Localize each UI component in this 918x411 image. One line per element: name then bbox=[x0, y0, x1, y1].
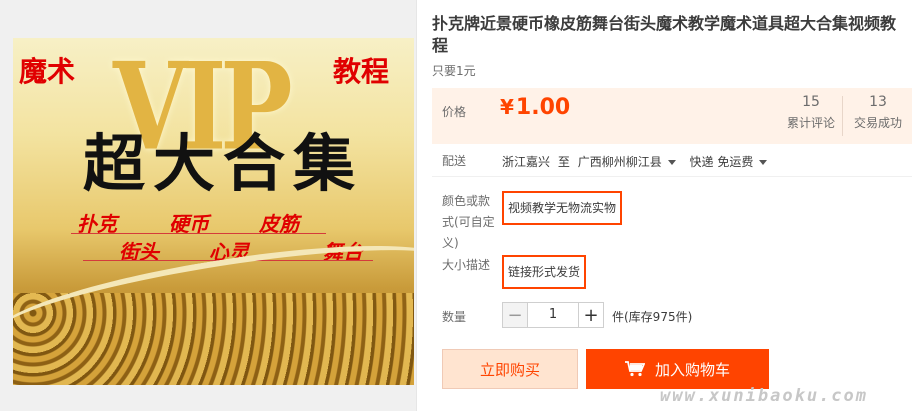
shipping-info: 浙江嘉兴 至 广西柳州柳江县 快递 免运费 bbox=[502, 153, 771, 170]
panel-divider bbox=[416, 0, 417, 411]
reviews-stat[interactable]: 15 累计评论 bbox=[778, 94, 844, 131]
product-subtitle: 只要1元 bbox=[432, 64, 476, 78]
color-label: 颜色或款式(可自定义) bbox=[442, 194, 495, 250]
size-label: 大小描述 bbox=[442, 258, 491, 272]
chevron-down-icon bbox=[667, 160, 676, 165]
deals-label: 交易成功 bbox=[853, 116, 902, 130]
stock-info: 件(库存975件) bbox=[612, 310, 693, 324]
add-to-cart-button[interactable]: 加入购物车 bbox=[586, 349, 769, 389]
currency-symbol: ¥ bbox=[500, 95, 514, 119]
shipping-method-select[interactable]: 快递 免运费 bbox=[690, 153, 772, 170]
price-panel: 价格 ¥1.00 15 累计评论 13 交易成功 bbox=[432, 88, 912, 144]
site-watermark: www.xunibaoku.com bbox=[660, 386, 868, 406]
price-value: ¥1.00 bbox=[500, 95, 570, 120]
shipping-destination-select[interactable]: 广西柳州柳江县 bbox=[578, 153, 680, 170]
sku-option-color[interactable]: 视频教学无物流实物 bbox=[502, 191, 623, 225]
quantity-stepper: − 1 + bbox=[502, 302, 604, 328]
image-main-text: 超大合集 bbox=[83, 127, 364, 200]
buy-now-button[interactable]: 立即购买 bbox=[442, 349, 578, 389]
price-label: 价格 bbox=[442, 105, 467, 119]
image-right-tag: 教程 bbox=[333, 55, 390, 88]
buy-now-label: 立即购买 bbox=[479, 360, 540, 379]
shipping-label: 配送 bbox=[442, 154, 467, 168]
quantity-label: 数量 bbox=[442, 310, 467, 324]
product-main-image[interactable]: VIP 魔术 教程 超大合集 扑克 硬币 皮筋 街头 心灵 舞台 bbox=[13, 38, 414, 385]
price-amount: 1.00 bbox=[515, 95, 571, 120]
shipping-from: 浙江嘉兴 bbox=[502, 155, 551, 169]
quantity-increase-button[interactable]: + bbox=[578, 302, 604, 328]
deals-stat: 13 交易成功 bbox=[845, 94, 911, 131]
section-divider bbox=[432, 176, 912, 177]
quantity-input[interactable]: 1 bbox=[528, 302, 578, 328]
cart-icon bbox=[624, 361, 645, 377]
shipping-destination: 广西柳州柳江县 bbox=[577, 155, 662, 169]
sku-option-size[interactable]: 链接形式发货 bbox=[502, 255, 587, 289]
reviews-count: 15 bbox=[802, 94, 820, 110]
stat-divider bbox=[842, 96, 843, 136]
image-left-tag: 魔术 bbox=[19, 55, 76, 88]
add-to-cart-label: 加入购物车 bbox=[654, 360, 730, 379]
shipping-to-word: 至 bbox=[557, 155, 570, 169]
image-underline bbox=[71, 233, 326, 234]
quantity-decrease-button[interactable]: − bbox=[502, 302, 528, 328]
reviews-label: 累计评论 bbox=[786, 116, 835, 130]
product-title: 扑克牌近景硬币橡皮筋舞台街头魔术教学魔术道具超大合集视频教程 bbox=[432, 14, 897, 55]
deals-count: 13 bbox=[869, 94, 887, 110]
chevron-down-icon bbox=[759, 160, 768, 165]
shipping-method: 快递 免运费 bbox=[689, 155, 754, 169]
